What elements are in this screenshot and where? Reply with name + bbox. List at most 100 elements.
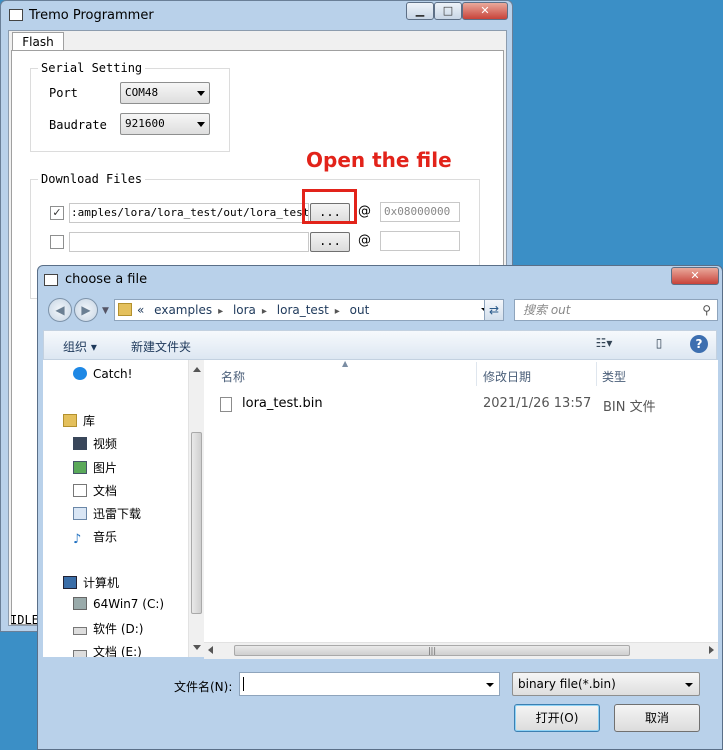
address-bar[interactable]: « examples ▸ lora ▸ lora_test ▸ out bbox=[114, 299, 494, 321]
baudrate-select[interactable]: 921600 bbox=[120, 113, 210, 135]
chevron-down-icon bbox=[197, 122, 205, 127]
file-2-path-input[interactable] bbox=[69, 232, 309, 252]
nav-scrollbar[interactable] bbox=[188, 360, 204, 657]
column-header-type[interactable]: 类型 bbox=[602, 368, 626, 385]
chevron-right-icon: ▸ bbox=[261, 306, 267, 317]
folder-icon bbox=[118, 303, 132, 316]
breadcrumb: « examples ▸ lora ▸ lora_test ▸ out bbox=[137, 303, 375, 317]
dialog-close-button[interactable]: ✕ bbox=[671, 267, 719, 285]
port-select[interactable]: COM48 bbox=[120, 82, 210, 104]
file-1-checkbox[interactable]: ✓ bbox=[50, 206, 64, 220]
close-button[interactable]: ✕ bbox=[462, 2, 508, 20]
file-1-address-input[interactable]: 0x08000000 bbox=[380, 202, 460, 222]
chevron-down-icon[interactable] bbox=[486, 683, 494, 687]
baudrate-label: Baudrate bbox=[49, 118, 107, 132]
scroll-thumb[interactable] bbox=[191, 432, 202, 614]
port-label: Port bbox=[49, 86, 78, 100]
file-row[interactable]: lora_test.bin 2021/1/26 13:57 BIN 文件 bbox=[220, 395, 700, 415]
nav-item-drive-e[interactable]: 文档 (E:) bbox=[73, 643, 142, 657]
new-folder-button[interactable]: 新建文件夹 bbox=[131, 338, 191, 355]
annotation-text: Open the file bbox=[306, 148, 452, 172]
nav-item-drive-d[interactable]: 软件 (D:) bbox=[73, 620, 143, 637]
nav-item-library[interactable]: 库 bbox=[63, 412, 95, 429]
file-list-hscrollbar[interactable]: ||| bbox=[204, 642, 718, 659]
dialog-title: choose a file bbox=[65, 272, 148, 287]
search-input[interactable]: 搜索 out ⚲ bbox=[514, 299, 718, 321]
chevron-right-icon: ▸ bbox=[218, 306, 224, 317]
picture-icon bbox=[73, 461, 87, 474]
file-list-pane: 名称 ▲ 修改日期 类型 lora_test.bin 2021/1/26 13:… bbox=[204, 359, 718, 657]
chevron-down-icon bbox=[197, 91, 205, 96]
serial-setting-title: Serial Setting bbox=[38, 61, 146, 75]
breadcrumb-lora-test[interactable]: lora_test bbox=[277, 303, 329, 317]
file-icon bbox=[220, 397, 232, 412]
nav-item-pictures[interactable]: 图片 bbox=[73, 459, 117, 476]
library-icon bbox=[63, 414, 77, 427]
chevron-down-icon bbox=[685, 683, 693, 687]
command-bar: 组织 ▾ 新建文件夹 ☷▾ ▯ ? bbox=[43, 330, 717, 360]
breadcrumb-examples[interactable]: examples bbox=[154, 303, 212, 317]
nav-item-computer[interactable]: 计算机 bbox=[63, 574, 119, 591]
forward-button[interactable]: ▶ bbox=[74, 298, 98, 322]
file-type: BIN 文件 bbox=[603, 400, 656, 415]
file-2-browse-button[interactable]: ... bbox=[310, 232, 350, 252]
drive-icon bbox=[73, 627, 87, 635]
maximize-button[interactable]: □ bbox=[434, 2, 462, 20]
open-button[interactable]: 打开(O) bbox=[514, 704, 600, 732]
file-dialog: choose a file ✕ ◀ ▶ ▼ « examples ▸ lora ▸ … bbox=[37, 265, 723, 750]
text-caret bbox=[243, 677, 244, 691]
nav-item-drive-c[interactable]: 64Win7 (C:) bbox=[73, 597, 164, 611]
column-divider[interactable] bbox=[476, 362, 477, 386]
minimize-button[interactable]: ▁ bbox=[406, 2, 434, 20]
column-divider[interactable] bbox=[596, 362, 597, 386]
file-2-address-input[interactable] bbox=[380, 231, 460, 251]
tab-flash[interactable]: Flash bbox=[12, 32, 64, 52]
file-type-filter-value: binary file(*.bin) bbox=[518, 677, 616, 691]
breadcrumb-lora[interactable]: lora bbox=[233, 303, 256, 317]
column-header-name[interactable]: 名称 bbox=[221, 368, 245, 385]
chevron-right-icon: ▸ bbox=[334, 306, 340, 317]
search-icon: ⚲ bbox=[702, 303, 711, 317]
drive-icon bbox=[73, 650, 87, 657]
baudrate-value: 921600 bbox=[125, 117, 165, 130]
nav-item-music[interactable]: ♪ 音乐 bbox=[73, 528, 117, 546]
main-titlebar[interactable]: Tremo Programmer ▁ □ ✕ bbox=[1, 1, 512, 29]
window-title: Tremo Programmer bbox=[29, 8, 154, 23]
computer-icon bbox=[63, 576, 77, 589]
filename-label: 文件名(N): bbox=[174, 680, 233, 694]
status-text: IDLE bbox=[10, 613, 39, 627]
dialog-icon bbox=[44, 274, 58, 286]
help-icon[interactable]: ? bbox=[690, 335, 708, 353]
preview-pane-icon[interactable]: ▯ bbox=[650, 336, 668, 352]
annotation-highlight-box bbox=[302, 189, 357, 224]
nav-item-video[interactable]: 视频 bbox=[73, 435, 117, 452]
refresh-button[interactable]: ⇄ bbox=[484, 299, 504, 321]
file-type-filter-select[interactable]: binary file(*.bin) bbox=[512, 672, 700, 696]
back-button[interactable]: ◀ bbox=[48, 298, 72, 322]
navigation-pane: Catch! 库 视频 图片 文档 迅雷下载 ♪ 音乐 计算机 64Win7 (C… bbox=[43, 360, 205, 657]
scroll-down-icon[interactable] bbox=[193, 645, 201, 650]
file-1-path-input[interactable]: :amples/lora/lora_test/out/lora_test.bin bbox=[69, 203, 309, 223]
nav-item-thunder-downloads[interactable]: 迅雷下载 bbox=[73, 505, 141, 522]
nav-item-documents[interactable]: 文档 bbox=[73, 482, 117, 499]
port-value: COM48 bbox=[125, 86, 159, 99]
scroll-up-icon[interactable] bbox=[193, 367, 201, 372]
scroll-right-icon[interactable] bbox=[709, 646, 714, 654]
view-options-icon[interactable]: ☷▾ bbox=[595, 336, 613, 352]
nav-item-catch[interactable]: Catch! bbox=[73, 367, 132, 381]
filename-input[interactable] bbox=[239, 672, 500, 696]
search-placeholder: 搜索 out bbox=[523, 303, 571, 317]
column-header-modified[interactable]: 修改日期 bbox=[483, 368, 531, 385]
organize-button[interactable]: 组织 ▾ bbox=[63, 338, 97, 355]
history-dropdown-icon[interactable]: ▼ bbox=[102, 306, 109, 316]
scroll-left-icon[interactable] bbox=[208, 646, 213, 654]
cancel-button[interactable]: 取消 bbox=[614, 704, 700, 732]
file-modified: 2021/1/26 13:57 bbox=[483, 396, 592, 411]
file-2-at-label: @ bbox=[358, 233, 371, 248]
music-icon: ♪ bbox=[73, 532, 82, 547]
breadcrumb-overflow[interactable]: « bbox=[137, 303, 144, 317]
scroll-thumb[interactable]: ||| bbox=[234, 645, 630, 656]
file-2-checkbox[interactable] bbox=[50, 235, 64, 249]
breadcrumb-out[interactable]: out bbox=[350, 303, 370, 317]
download-files-title: Download Files bbox=[38, 172, 146, 186]
